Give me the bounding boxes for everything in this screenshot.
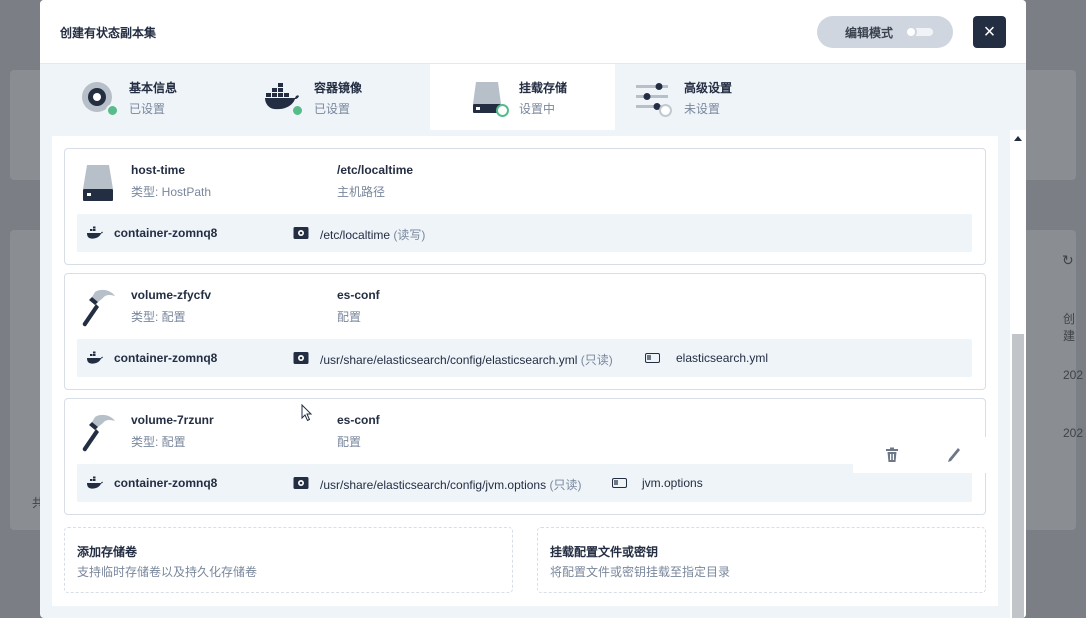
mount-path-icon <box>293 352 309 364</box>
container-name: container-zomnq8 <box>114 226 218 240</box>
mount-mode: (只读) <box>549 478 582 492</box>
step-advanced-settings[interactable]: 高级设置 未设置 <box>615 64 800 130</box>
background-cell: 202 <box>1063 368 1084 382</box>
mount-mode: (只读) <box>580 353 613 367</box>
docker-icon <box>87 226 103 239</box>
create-statefulset-modal: 创建有状态副本集 编辑模式 × 基本信息 已设置 容器镜像 已设置 挂载存储 设… <box>40 0 1026 618</box>
background-cell: 202 <box>1063 426 1084 440</box>
edit-pen-icon[interactable] <box>947 447 961 463</box>
container-name: container-zomnq8 <box>114 476 218 490</box>
mount-mode: (读写) <box>393 228 426 242</box>
step-title: 基本信息 <box>129 81 178 95</box>
mount-path: /usr/share/elasticsearch/config/jvm.opti… <box>320 476 581 493</box>
file-icon <box>612 478 627 488</box>
background-column-header: 创建 <box>1063 312 1076 343</box>
step-title: 高级设置 <box>684 81 733 95</box>
mount-path-icon <box>293 477 309 489</box>
close-button[interactable]: × <box>973 16 1006 48</box>
edit-mode-label: 编辑模式 <box>845 25 894 40</box>
mount-config-desc: 将配置文件或密钥挂载至指定目录 <box>550 565 731 579</box>
toggle-switch[interactable] <box>905 26 933 38</box>
toggle-knob <box>905 26 917 38</box>
edit-mode-toggle[interactable]: 编辑模式 <box>817 16 953 48</box>
container-name: container-zomnq8 <box>114 351 218 365</box>
step-status: 设置中 <box>519 102 556 116</box>
volume-type: 类型: 配置 <box>131 310 186 324</box>
docker-icon <box>87 476 103 489</box>
step-current-badge <box>496 104 509 117</box>
storage-content: host-time 类型: HostPath /etc/localtime 主机… <box>52 136 998 606</box>
mount-config-title: 挂载配置文件或密钥 <box>550 545 659 559</box>
volume-target-type: 配置 <box>337 310 362 324</box>
volume-target: es-conf <box>337 288 380 302</box>
scroll-up-arrow-icon[interactable] <box>1014 136 1022 141</box>
step-title: 容器镜像 <box>314 81 363 95</box>
add-storage-title: 添加存储卷 <box>77 545 138 559</box>
volume-name: volume-7rzunr <box>131 413 214 427</box>
mount-file: elasticsearch.yml <box>676 351 769 365</box>
harddrive-icon <box>83 165 113 201</box>
scrollbar-thumb[interactable] <box>1012 334 1024 618</box>
volume-target: es-conf <box>337 413 380 427</box>
step-done-badge <box>291 104 304 117</box>
step-status: 已设置 <box>314 102 351 116</box>
mount-row: container-zomnq8 /usr/share/elasticsearc… <box>77 464 972 502</box>
volume-card[interactable]: volume-7rzunr 类型: 配置 es-conf 配置 containe… <box>64 398 987 515</box>
volume-target-type: 配置 <box>337 435 362 449</box>
volume-target-type: 主机路径 <box>337 185 386 199</box>
step-status: 未设置 <box>684 102 721 116</box>
volume-target: /etc/localtime <box>337 163 414 177</box>
volume-type: 类型: HostPath <box>131 185 212 199</box>
mouse-cursor-icon <box>301 404 313 422</box>
modal-title: 创建有状态副本集 <box>60 26 157 40</box>
refresh-icon: ↻ <box>1062 252 1074 268</box>
mount-path-text: /etc/localtime <box>320 228 391 242</box>
file-icon <box>645 353 660 363</box>
mount-config-or-secret-button[interactable]: 挂载配置文件或密钥 将配置文件或密钥挂载至指定目录 <box>537 527 986 593</box>
volume-type: 类型: 配置 <box>131 435 186 449</box>
mount-path-icon <box>293 227 309 239</box>
hammer-icon <box>82 414 115 452</box>
volume-card[interactable]: volume-zfycfv 类型: 配置 es-conf 配置 containe… <box>64 273 986 390</box>
step-title: 挂载存储 <box>519 81 568 95</box>
volume-card[interactable]: host-time 类型: HostPath /etc/localtime 主机… <box>64 148 986 265</box>
step-container-image[interactable]: 容器镜像 已设置 <box>225 64 410 130</box>
step-mount-storage[interactable]: 挂载存储 设置中 <box>430 64 615 130</box>
docker-icon <box>87 351 103 364</box>
volume-name: host-time <box>131 163 185 177</box>
add-storage-volume-button[interactable]: 添加存储卷 支持临时存储卷以及持久化存储卷 <box>64 527 513 593</box>
mount-path-text: /usr/share/elasticsearch/config/elastics… <box>320 353 578 367</box>
scrollbar[interactable] <box>1010 130 1026 618</box>
mount-path-text: /usr/share/elasticsearch/config/jvm.opti… <box>320 478 547 492</box>
close-icon: × <box>983 20 996 43</box>
steps-bar: 基本信息 已设置 容器镜像 已设置 挂载存储 设置中 高级设置 未设置 <box>40 64 1026 130</box>
volume-name: volume-zfycfv <box>131 288 212 302</box>
row-actions <box>853 437 987 473</box>
mount-row: container-zomnq8 /usr/share/elasticsearc… <box>77 339 972 377</box>
mount-file: jvm.options <box>642 476 703 490</box>
step-pending-badge <box>659 104 672 117</box>
step-basic-info[interactable]: 基本信息 已设置 <box>40 64 225 130</box>
add-storage-desc: 支持临时存储卷以及持久化存储卷 <box>77 565 258 579</box>
modal-header: 创建有状态副本集 编辑模式 × <box>40 0 1026 64</box>
trash-icon[interactable] <box>885 447 899 463</box>
mount-path: /usr/share/elasticsearch/config/elastics… <box>320 351 613 368</box>
mount-path: /etc/localtime (读写) <box>320 226 425 243</box>
step-status: 已设置 <box>129 102 166 116</box>
mount-row: container-zomnq8 /etc/localtime (读写) <box>77 214 972 252</box>
step-done-badge <box>106 104 119 117</box>
hammer-icon <box>82 289 115 327</box>
